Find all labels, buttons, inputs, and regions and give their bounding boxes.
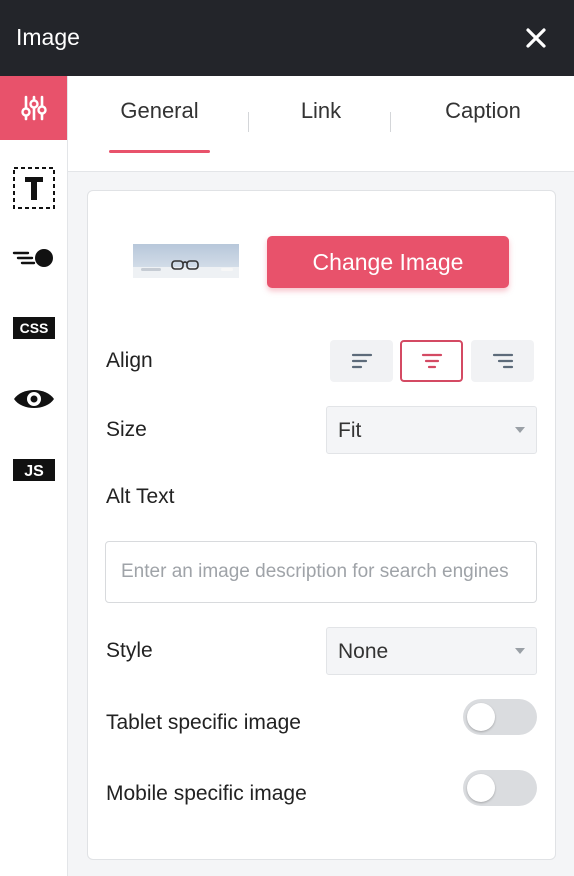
sidebar-item-typography[interactable] <box>0 156 67 220</box>
settings-sliders-icon <box>20 95 47 121</box>
mobile-specific-label: Mobile specific image <box>106 782 307 805</box>
tab-general[interactable]: General <box>109 98 210 128</box>
change-image-button[interactable]: Change Image <box>267 236 509 288</box>
tablet-specific-toggle[interactable] <box>463 699 537 735</box>
js-label: JS <box>24 463 44 480</box>
tab-divider <box>390 112 391 132</box>
sidebar-item-settings[interactable] <box>0 76 67 140</box>
sidebar-item-animation[interactable] <box>0 226 67 290</box>
tablet-specific-label: Tablet specific image <box>106 711 301 734</box>
image-thumbnail[interactable] <box>133 244 239 278</box>
align-right-button[interactable] <box>471 340 534 382</box>
active-tab-indicator <box>109 150 210 153</box>
sidebar: CSS JS <box>0 76 68 876</box>
sidebar-item-css[interactable]: CSS <box>0 296 67 360</box>
settings-card <box>87 190 556 860</box>
align-label: Align <box>106 349 153 372</box>
sidebar-item-js[interactable]: JS <box>0 438 67 502</box>
chevron-down-icon <box>515 648 525 654</box>
align-right-icon <box>492 353 513 369</box>
css-icon: CSS <box>12 317 55 339</box>
typography-icon <box>12 167 55 209</box>
align-left-button[interactable] <box>330 340 393 382</box>
tab-bar: General Link Caption <box>68 76 574 172</box>
size-label: Size <box>106 418 147 441</box>
style-label: Style <box>106 639 153 662</box>
size-select[interactable]: Fit <box>326 406 537 454</box>
alt-text-label: Alt Text <box>106 485 175 508</box>
size-select-value: Fit <box>338 419 362 442</box>
tab-caption[interactable]: Caption <box>433 98 533 128</box>
css-label: CSS <box>19 320 48 336</box>
panel-title: Image <box>16 24 80 50</box>
animation-icon <box>12 249 53 267</box>
tab-divider <box>248 112 249 132</box>
panel-header: Image <box>0 0 574 76</box>
alt-text-input[interactable] <box>105 541 537 603</box>
chevron-down-icon <box>515 427 525 433</box>
style-select-value: None <box>338 640 389 663</box>
close-icon[interactable] <box>522 24 550 52</box>
image-preview-glasses <box>133 244 239 278</box>
toggle-knob <box>467 703 495 731</box>
style-select[interactable]: None <box>326 627 537 675</box>
tab-link[interactable]: Link <box>281 98 361 128</box>
sidebar-item-visibility[interactable] <box>0 367 67 431</box>
visibility-eye-icon <box>13 390 54 408</box>
align-center-button[interactable] <box>400 340 463 382</box>
js-icon: JS <box>12 459 55 481</box>
toggle-knob <box>467 774 495 802</box>
mobile-specific-toggle[interactable] <box>463 770 537 806</box>
align-center-icon <box>421 353 442 369</box>
align-left-icon <box>351 353 372 369</box>
